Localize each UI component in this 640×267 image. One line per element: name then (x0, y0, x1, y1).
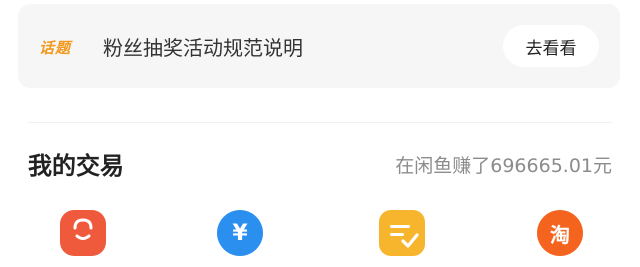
taobao-icon[interactable]: 淘 (537, 210, 583, 256)
view-topic-button[interactable]: 去看看 (503, 25, 599, 67)
topic-card[interactable]: 话题 粉丝抽奖活动规范说明 去看看 (18, 4, 620, 88)
my-trades-title: 我的交易 (28, 152, 124, 180)
divider (28, 122, 612, 123)
yen-icon[interactable]: ¥ (217, 210, 263, 256)
shopping-bag-icon[interactable] (60, 210, 106, 256)
topic-tag: 话题 (39, 39, 72, 57)
earnings-summary[interactable]: 在闲鱼赚了696665.01元 (395, 151, 612, 178)
document-check-icon[interactable] (379, 210, 425, 256)
topic-title[interactable]: 粉丝抽奖活动规范说明 (103, 32, 303, 61)
